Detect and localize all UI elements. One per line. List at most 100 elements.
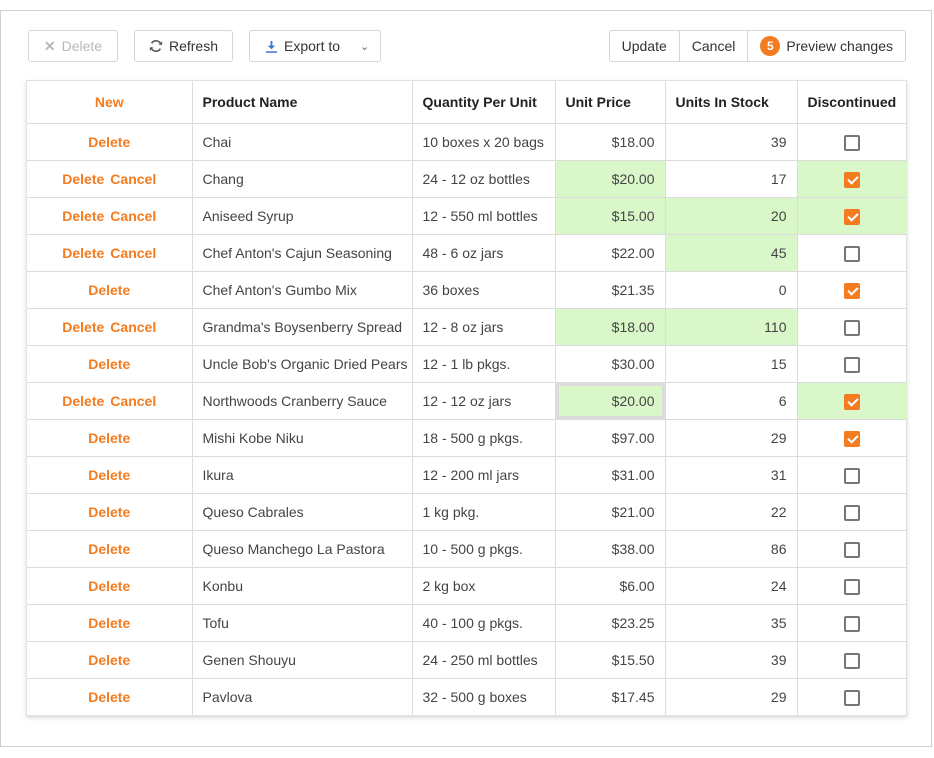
discontinued-checkbox[interactable] [844,579,860,595]
quantity-per-unit-cell[interactable]: 12 - 8 oz jars [412,309,555,346]
product-name-cell[interactable]: Chang [192,161,412,198]
units-in-stock-cell[interactable]: 29 [665,420,797,457]
unit-price-cell[interactable]: $30.00 [555,346,665,383]
discontinued-checkbox[interactable] [844,431,860,447]
preview-changes-button[interactable]: 5 Preview changes [748,31,905,61]
quantity-per-unit-cell[interactable]: 40 - 100 g pkgs. [412,605,555,642]
discontinued-checkbox[interactable] [844,394,860,410]
quantity-per-unit-cell[interactable]: 12 - 12 oz jars [412,383,555,420]
column-header-units-in-stock[interactable]: Units In Stock [665,81,797,124]
column-header-product-name[interactable]: Product Name [192,81,412,124]
quantity-per-unit-cell[interactable]: 24 - 250 ml bottles [412,642,555,679]
discontinued-cell[interactable] [797,161,907,198]
product-name-cell[interactable]: Aniseed Syrup [192,198,412,235]
row-cancel-button[interactable]: Cancel [110,319,156,335]
row-cancel-button[interactable]: Cancel [110,208,156,224]
column-header-unit-price[interactable]: Unit Price [555,81,665,124]
refresh-button[interactable]: Refresh [134,30,233,62]
row-cancel-button[interactable]: Cancel [110,171,156,187]
discontinued-checkbox[interactable] [844,320,860,336]
quantity-per-unit-cell[interactable]: 10 - 500 g pkgs. [412,531,555,568]
quantity-per-unit-cell[interactable]: 32 - 500 g boxes [412,679,555,716]
quantity-per-unit-cell[interactable]: 12 - 1 lb pkgs. [412,346,555,383]
discontinued-checkbox[interactable] [844,616,860,632]
row-delete-button[interactable]: Delete [88,652,130,668]
unit-price-cell[interactable]: $15.00 [555,198,665,235]
product-name-cell[interactable]: Queso Manchego La Pastora [192,531,412,568]
product-name-cell[interactable]: Chef Anton's Cajun Seasoning [192,235,412,272]
row-delete-button[interactable]: Delete [88,689,130,705]
units-in-stock-cell[interactable]: 17 [665,161,797,198]
cancel-changes-button[interactable]: Cancel [680,31,749,61]
quantity-per-unit-cell[interactable]: 36 boxes [412,272,555,309]
units-in-stock-cell[interactable]: 6 [665,383,797,420]
row-delete-button[interactable]: Delete [62,393,104,409]
row-delete-button[interactable]: Delete [88,467,130,483]
units-in-stock-cell[interactable]: 45 [665,235,797,272]
units-in-stock-cell[interactable]: 15 [665,346,797,383]
product-name-cell[interactable]: Konbu [192,568,412,605]
quantity-per-unit-cell[interactable]: 12 - 550 ml bottles [412,198,555,235]
units-in-stock-cell[interactable]: 22 [665,494,797,531]
discontinued-checkbox[interactable] [844,468,860,484]
discontinued-cell[interactable] [797,198,907,235]
discontinued-cell[interactable] [797,679,907,716]
row-delete-button[interactable]: Delete [88,282,130,298]
units-in-stock-cell[interactable]: 24 [665,568,797,605]
delete-selected-button[interactable]: ✕ Delete [28,30,118,62]
discontinued-checkbox[interactable] [844,653,860,669]
row-delete-button[interactable]: Delete [62,319,104,335]
discontinued-cell[interactable] [797,531,907,568]
discontinued-cell[interactable] [797,383,907,420]
row-delete-button[interactable]: Delete [88,541,130,557]
row-delete-button[interactable]: Delete [88,430,130,446]
update-button[interactable]: Update [610,31,680,61]
discontinued-checkbox[interactable] [844,135,860,151]
row-delete-button[interactable]: Delete [62,245,104,261]
discontinued-cell[interactable] [797,642,907,679]
unit-price-cell[interactable]: $6.00 [555,568,665,605]
units-in-stock-cell[interactable]: 31 [665,457,797,494]
product-name-cell[interactable]: Northwoods Cranberry Sauce [192,383,412,420]
unit-price-cell[interactable]: $15.50 [555,642,665,679]
units-in-stock-cell[interactable]: 35 [665,605,797,642]
discontinued-checkbox[interactable] [844,172,860,188]
row-delete-button[interactable]: Delete [88,578,130,594]
quantity-per-unit-cell[interactable]: 12 - 200 ml jars [412,457,555,494]
row-delete-button[interactable]: Delete [88,356,130,372]
units-in-stock-cell[interactable]: 29 [665,679,797,716]
quantity-per-unit-cell[interactable]: 24 - 12 oz bottles [412,161,555,198]
new-row-button[interactable]: New [27,81,192,124]
discontinued-checkbox[interactable] [844,283,860,299]
quantity-per-unit-cell[interactable]: 1 kg pkg. [412,494,555,531]
discontinued-checkbox[interactable] [844,209,860,225]
unit-price-cell[interactable]: $31.00 [555,457,665,494]
row-delete-button[interactable]: Delete [88,134,130,150]
product-name-cell[interactable]: Queso Cabrales [192,494,412,531]
row-delete-button[interactable]: Delete [62,171,104,187]
discontinued-cell[interactable] [797,605,907,642]
discontinued-cell[interactable] [797,235,907,272]
unit-price-cell[interactable]: $17.45 [555,679,665,716]
units-in-stock-cell[interactable]: 39 [665,124,797,161]
units-in-stock-cell[interactable]: 20 [665,198,797,235]
unit-price-cell[interactable]: $18.00 [555,309,665,346]
quantity-per-unit-cell[interactable]: 2 kg box [412,568,555,605]
discontinued-cell[interactable] [797,346,907,383]
product-name-cell[interactable]: Uncle Bob's Organic Dried Pears [192,346,412,383]
row-cancel-button[interactable]: Cancel [110,393,156,409]
column-header-quantity-per-unit[interactable]: Quantity Per Unit [412,81,555,124]
row-cancel-button[interactable]: Cancel [110,245,156,261]
row-delete-button[interactable]: Delete [88,615,130,631]
discontinued-cell[interactable] [797,457,907,494]
discontinued-cell[interactable] [797,124,907,161]
row-delete-button[interactable]: Delete [62,208,104,224]
discontinued-checkbox[interactable] [844,690,860,706]
units-in-stock-cell[interactable]: 86 [665,531,797,568]
discontinued-checkbox[interactable] [844,505,860,521]
discontinued-cell[interactable] [797,568,907,605]
unit-price-cell[interactable]: $21.00 [555,494,665,531]
units-in-stock-cell[interactable]: 0 [665,272,797,309]
discontinued-cell[interactable] [797,494,907,531]
product-name-cell[interactable]: Chef Anton's Gumbo Mix [192,272,412,309]
